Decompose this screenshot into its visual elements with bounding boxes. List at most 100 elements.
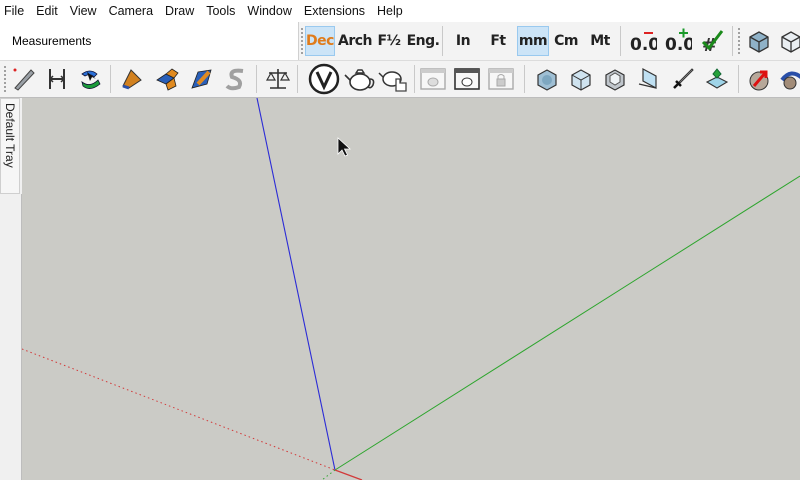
separator: [110, 65, 111, 93]
cube-wire-icon: [571, 69, 591, 91]
menu-view[interactable]: View: [70, 4, 97, 18]
frame-teapot-button[interactable]: [418, 64, 448, 94]
scale-icon: [265, 69, 291, 89]
measurements-label: Measurements: [12, 34, 92, 48]
precision-increase-button[interactable]: 0.00: [662, 26, 692, 56]
section-plane-button[interactable]: [634, 64, 664, 94]
pencil-button[interactable]: [9, 64, 39, 94]
move-arrow-button[interactable]: [744, 64, 774, 94]
precision-minus-icon: 0.00: [630, 32, 657, 55]
frame-lock-icon: [488, 68, 514, 90]
teapot-interactive-button[interactable]: [377, 62, 411, 96]
menu-edit[interactable]: Edit: [36, 4, 58, 18]
units-ft-button[interactable]: Ft: [483, 26, 513, 56]
orbit-icon: [780, 71, 800, 90]
default-tray-tab[interactable]: Default Tray: [0, 98, 20, 194]
units-in-label: In: [455, 33, 471, 49]
dimension-icon: [48, 69, 66, 89]
green-axis-dashed: [321, 469, 336, 480]
units-fraction-button[interactable]: F½: [374, 26, 404, 56]
menu-file[interactable]: File: [4, 4, 24, 18]
offset-paint-button[interactable]: [187, 64, 217, 94]
follow-me-icon: [81, 70, 101, 89]
frame-lock-button[interactable]: [486, 64, 516, 94]
red-axis-dashed: [22, 348, 336, 471]
green-axis-line: [334, 175, 800, 471]
units-eng-button[interactable]: Eng.: [406, 26, 440, 56]
frame-render-button[interactable]: [452, 64, 482, 94]
mouse-cursor-icon: [337, 137, 352, 157]
separator: [524, 65, 525, 93]
menu-bar: File Edit View Camera Draw Tools Window …: [0, 0, 800, 22]
vray-button[interactable]: [307, 62, 341, 96]
units-cm-button[interactable]: Cm: [551, 26, 581, 56]
menu-window[interactable]: Window: [247, 4, 291, 18]
cube-outline-button[interactable]: [776, 26, 800, 56]
teapot-hand-icon: [378, 71, 407, 92]
vray-icon: [308, 63, 340, 95]
separator: [414, 65, 415, 93]
component-icon: [705, 68, 729, 89]
cube-wire-button[interactable]: [566, 64, 596, 94]
red-axis-line: [334, 469, 363, 480]
frame-render-icon: [454, 68, 480, 90]
text-icon: [225, 68, 244, 91]
push-pull-icon: [156, 68, 179, 91]
paint-bucket-icon: [122, 69, 142, 90]
precision-plus-text: 0.00: [665, 35, 692, 55]
units-ft-label: Ft: [490, 33, 506, 49]
units-arch-button[interactable]: Arch: [338, 26, 373, 56]
separator: [297, 65, 298, 93]
sword-icon: [673, 68, 694, 89]
separator: [620, 26, 621, 56]
cube-button[interactable]: [744, 26, 774, 56]
measurements-panel[interactable]: Measurements: [0, 22, 299, 60]
cube-solid-icon: [537, 69, 557, 91]
menu-help[interactable]: Help: [377, 4, 403, 18]
cube-solid-button[interactable]: [532, 64, 562, 94]
section-plane-icon: [638, 67, 657, 90]
push-pull-button[interactable]: [152, 64, 182, 94]
units-cm-label: Cm: [554, 33, 578, 49]
sword-button[interactable]: [668, 64, 698, 94]
paint-bucket-button[interactable]: [117, 64, 147, 94]
cube-outline-icon: [781, 31, 800, 53]
units-arch-label: Arch: [338, 33, 373, 49]
default-tray-label: Default Tray: [3, 103, 17, 168]
menu-extensions[interactable]: Extensions: [304, 4, 365, 18]
menu-tools[interactable]: Tools: [206, 4, 235, 18]
teapot-button[interactable]: [343, 62, 377, 96]
arrow-red-icon: [749, 70, 769, 91]
units-in-button[interactable]: In: [448, 26, 478, 56]
separator: [442, 26, 443, 56]
toolbar-grip[interactable]: [737, 27, 741, 55]
cube-shaded-button[interactable]: [600, 64, 630, 94]
toolbar-grip[interactable]: [300, 27, 304, 55]
units-dec-button[interactable]: Dec: [305, 26, 335, 56]
dimension-button[interactable]: [42, 64, 72, 94]
follow-me-button[interactable]: [75, 64, 105, 94]
scale-button[interactable]: [263, 64, 293, 94]
units-mm-button[interactable]: mm: [517, 26, 549, 56]
model-viewport[interactable]: [22, 98, 800, 480]
precision-decrease-button[interactable]: 0.00: [627, 26, 657, 56]
viewport-canvas: [22, 98, 800, 480]
units-mt-button[interactable]: Mt: [585, 26, 615, 56]
text-s-button[interactable]: [221, 64, 251, 94]
menu-draw[interactable]: Draw: [165, 4, 194, 18]
separator: [256, 65, 257, 93]
tray-strip: [0, 194, 22, 480]
units-fraction-label: F½: [377, 33, 401, 49]
units-eng-label: Eng.: [406, 33, 440, 49]
component-button[interactable]: [702, 64, 732, 94]
pencil-icon: [13, 68, 35, 91]
hash-check-icon: #: [701, 30, 724, 56]
precision-minus-text: 0.00: [630, 35, 657, 55]
snap-hash-button[interactable]: #: [697, 26, 727, 56]
orbit-button[interactable]: [776, 64, 800, 94]
toolbar-grip[interactable]: [3, 65, 7, 93]
menu-camera[interactable]: Camera: [109, 4, 153, 18]
precision-plus-icon: 0.00: [665, 28, 692, 55]
blue-axis-line: [256, 98, 336, 471]
cube-icon: [749, 31, 769, 53]
